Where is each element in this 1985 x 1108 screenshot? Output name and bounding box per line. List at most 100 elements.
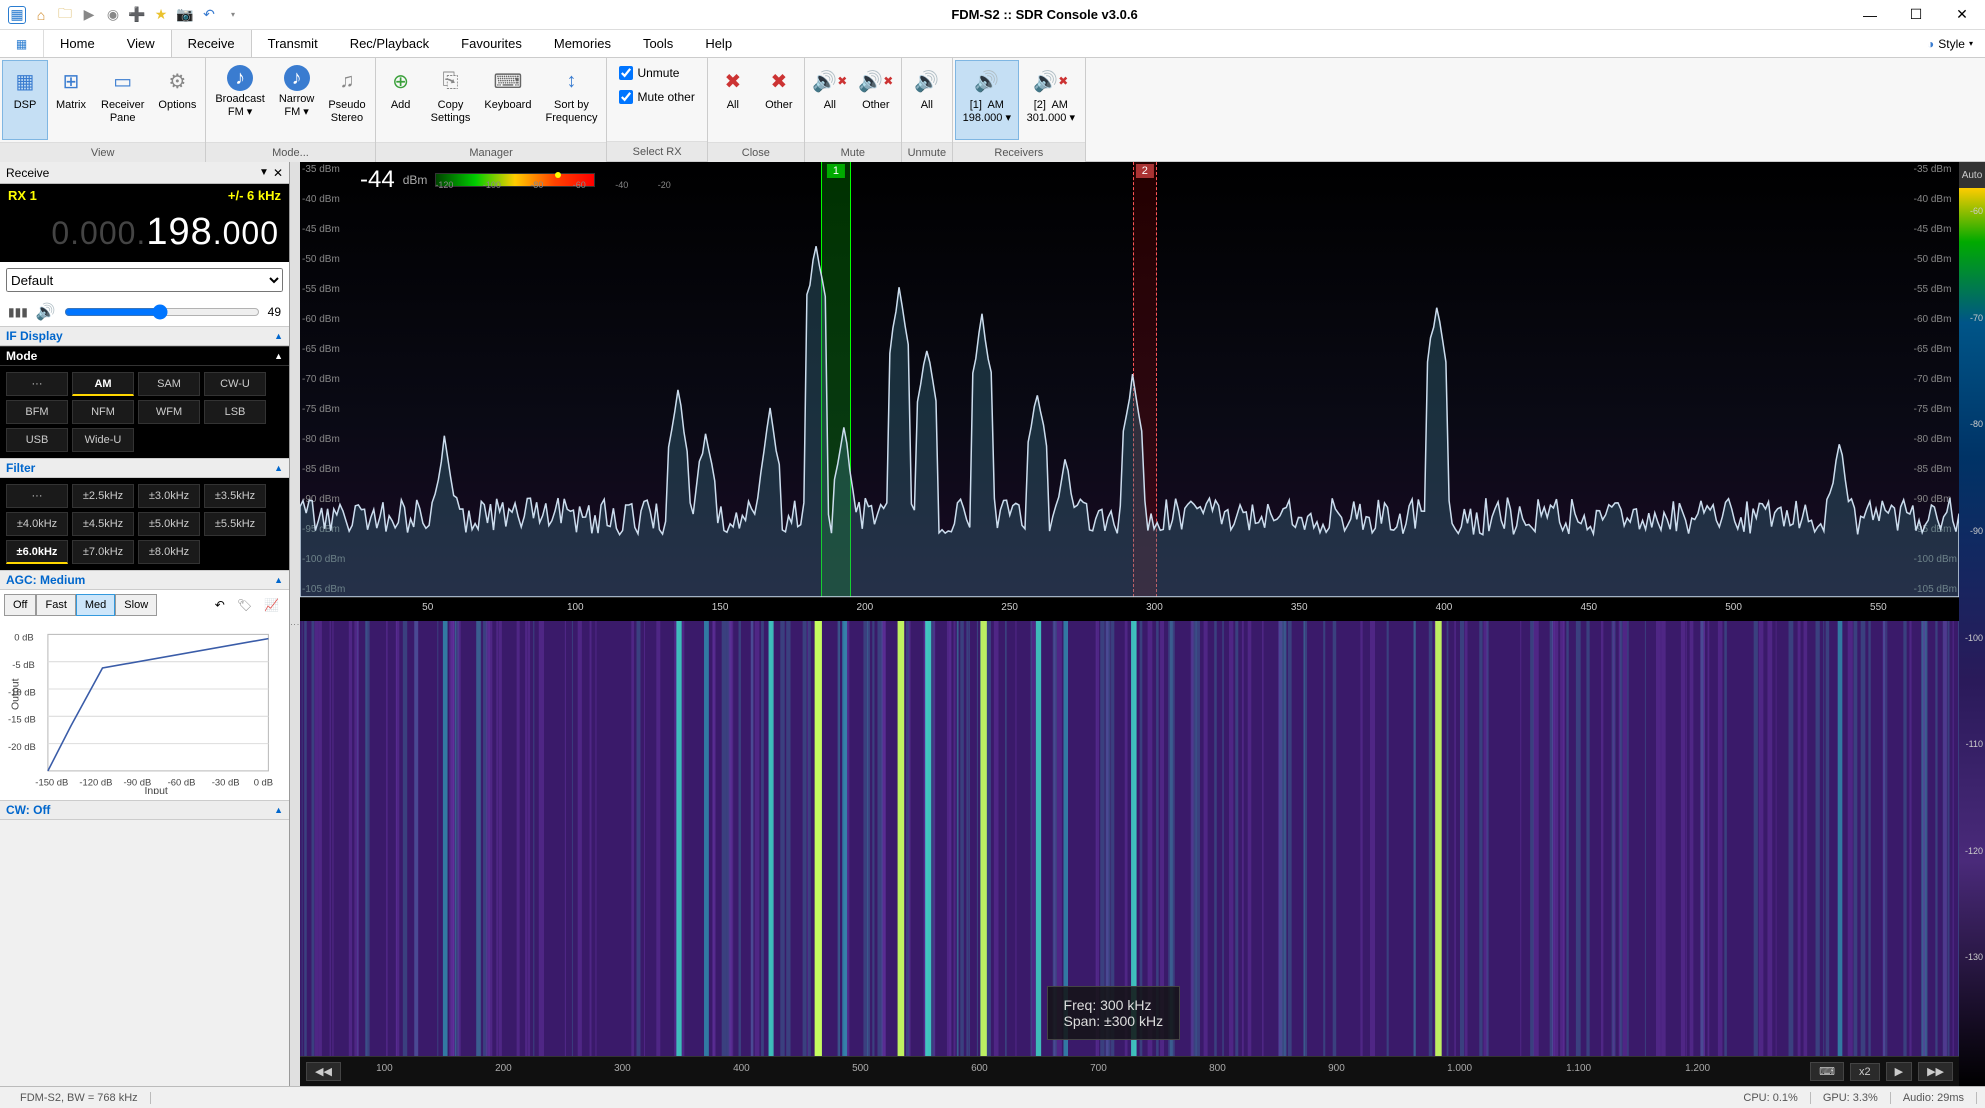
splitter-handle[interactable]: ⋮ bbox=[290, 162, 300, 1086]
chart-icon[interactable]: 📈 bbox=[258, 598, 285, 612]
mode-button-wide-u[interactable]: Wide-U bbox=[72, 428, 134, 452]
unmute-checkbox[interactable]: Unmute bbox=[617, 64, 681, 82]
close-all-button[interactable]: ✖All bbox=[710, 60, 756, 140]
home-icon[interactable]: ⌂ bbox=[32, 6, 50, 24]
add-button[interactable]: ⊕Add bbox=[378, 60, 424, 140]
agc-fast-button[interactable]: Fast bbox=[36, 594, 75, 616]
waterfall-display[interactable]: Freq: 300 kHz Span: ±300 kHz bbox=[300, 621, 1959, 1056]
receive-panel: Receive ▼ ✕ RX 1 +/- 6 kHz 0.000. 198 .0… bbox=[0, 162, 290, 1086]
tab-help[interactable]: Help bbox=[689, 30, 748, 57]
style-dropdown[interactable]: ◑ Style ▾ bbox=[1915, 30, 1985, 57]
mode-button-cw-u[interactable]: CW-U bbox=[204, 372, 266, 396]
undo-icon[interactable]: ↶ bbox=[200, 6, 218, 24]
filter-button[interactable]: ±4.0kHz bbox=[6, 512, 68, 536]
mode-button-bfm[interactable]: BFM bbox=[6, 400, 68, 424]
app-menu-icon[interactable]: ▦ bbox=[8, 6, 26, 24]
svg-text:-120 dB: -120 dB bbox=[79, 778, 112, 789]
agc-slow-button[interactable]: Slow bbox=[115, 594, 157, 616]
keyboard-nav-icon[interactable]: ⌨ bbox=[1810, 1062, 1844, 1081]
tab-home[interactable]: Home bbox=[44, 30, 111, 57]
filter-button[interactable]: ±4.5kHz bbox=[72, 512, 134, 536]
close-other-button[interactable]: ✖Other bbox=[756, 60, 802, 140]
equalizer-icon[interactable]: ▮▮▮ bbox=[8, 305, 28, 319]
filter-button[interactable]: ±6.0kHz bbox=[6, 540, 68, 564]
color-scale[interactable]: Auto -60-70-80-90-100-110-120-130 bbox=[1959, 162, 1985, 1086]
filter-button[interactable]: ±7.0kHz bbox=[72, 540, 134, 564]
copy-settings-button[interactable]: ⎘Copy Settings bbox=[424, 60, 478, 140]
agc-header[interactable]: AGC: Medium▲ bbox=[0, 570, 289, 590]
receiver-2-button[interactable]: 🔊✖[2] AM 301.000 ▾ bbox=[1019, 60, 1083, 140]
pane-close-icon[interactable]: ✕ bbox=[273, 166, 283, 180]
nav-freq-axis[interactable]: 1002003004005006007008009001.0001.1001.2… bbox=[347, 1057, 1804, 1086]
tag-icon[interactable]: 🏷 bbox=[231, 598, 258, 612]
tab-transmit[interactable]: Transmit bbox=[252, 30, 334, 57]
mode-button-wfm[interactable]: WFM bbox=[138, 400, 200, 424]
filter-button[interactable]: ±3.0kHz bbox=[138, 484, 200, 508]
camera-icon[interactable]: 📷 bbox=[176, 6, 194, 24]
mode-button-nfm[interactable]: NFM bbox=[72, 400, 134, 424]
tab-memories[interactable]: Memories bbox=[538, 30, 627, 57]
agc-off-button[interactable]: Off bbox=[4, 594, 36, 616]
mode-button-sam[interactable]: SAM bbox=[138, 372, 200, 396]
agc-med-button[interactable]: Med bbox=[76, 594, 115, 616]
chevron-down-icon[interactable]: ▼ bbox=[259, 167, 269, 178]
tab-view[interactable]: View bbox=[111, 30, 171, 57]
options-button[interactable]: ⚙Options bbox=[151, 60, 203, 140]
dropdown-icon[interactable]: ▾ bbox=[224, 6, 242, 24]
maximize-button[interactable]: ☐ bbox=[1893, 0, 1939, 30]
play-icon[interactable]: ▶ bbox=[80, 6, 98, 24]
file-menu-icon[interactable]: ▦ bbox=[0, 30, 44, 57]
if-display-header[interactable]: IF Display▲ bbox=[0, 326, 289, 346]
mode-header[interactable]: Mode▲ bbox=[0, 346, 289, 366]
receiver-1-button[interactable]: 🔊[1] AM 198.000 ▾ bbox=[955, 60, 1019, 140]
svg-text:-30 dB: -30 dB bbox=[212, 778, 240, 789]
star-icon[interactable]: ★ bbox=[152, 6, 170, 24]
mode-button-···[interactable]: ··· bbox=[6, 372, 68, 396]
tab-receive[interactable]: Receive bbox=[171, 30, 252, 57]
mute-all-button[interactable]: 🔊✖All bbox=[807, 60, 853, 140]
broadcast-fm-button[interactable]: ♪Broadcast FM ▾ bbox=[208, 60, 272, 140]
profile-select[interactable]: Default bbox=[6, 268, 283, 292]
spectrum-display[interactable]: -35 dBm-40 dBm-45 dBm-50 dBm-55 dBm-60 d… bbox=[300, 162, 1959, 597]
stop-icon[interactable]: ◉ bbox=[104, 6, 122, 24]
close-button[interactable]: ✕ bbox=[1939, 0, 1985, 30]
mute-other-button[interactable]: 🔊✖Other bbox=[853, 60, 899, 140]
dsp-button[interactable]: ▦DSP bbox=[2, 60, 48, 140]
unmute-all-button[interactable]: 🔊All bbox=[904, 60, 950, 140]
receiver-pane-button[interactable]: ▭Receiver Pane bbox=[94, 60, 151, 140]
tab-tools[interactable]: Tools bbox=[627, 30, 689, 57]
cw-header[interactable]: CW: Off▲ bbox=[0, 800, 289, 820]
zoom-level[interactable]: x2 bbox=[1850, 1063, 1880, 1081]
filter-header[interactable]: Filter▲ bbox=[0, 458, 289, 478]
pseudo-stereo-button[interactable]: ♫Pseudo Stereo bbox=[321, 60, 372, 140]
nav-right-button[interactable]: ▶ bbox=[1886, 1062, 1912, 1081]
speaker-icon[interactable]: 🔊 bbox=[36, 302, 56, 322]
mode-button-lsb[interactable]: LSB bbox=[204, 400, 266, 424]
filter-button[interactable]: ±3.5kHz bbox=[204, 484, 266, 508]
nav-end-button[interactable]: ▶▶ bbox=[1918, 1062, 1953, 1081]
filter-button[interactable]: ±8.0kHz bbox=[138, 540, 200, 564]
filter-button[interactable]: ±5.5kHz bbox=[204, 512, 266, 536]
filter-button[interactable]: ±5.0kHz bbox=[138, 512, 200, 536]
filter-button[interactable]: ±2.5kHz bbox=[72, 484, 134, 508]
frequency-display[interactable]: 0.000. 198 .000 bbox=[0, 207, 289, 262]
auto-scale-button[interactable]: Auto bbox=[1959, 162, 1985, 188]
audio-controls: ▮▮▮ 🔊 49 bbox=[0, 298, 289, 326]
narrow-fm-button[interactable]: ♪Narrow FM ▾ bbox=[272, 60, 321, 140]
mode-button-am[interactable]: AM bbox=[72, 372, 134, 396]
nav-left-button[interactable]: ◀◀ bbox=[306, 1062, 341, 1081]
tab-recplayback[interactable]: Rec/Playback bbox=[334, 30, 445, 57]
minimize-button[interactable]: — bbox=[1847, 0, 1893, 30]
add-icon[interactable]: ➕ bbox=[128, 6, 146, 24]
music-icon: ♪ bbox=[227, 65, 253, 91]
keyboard-button[interactable]: ⌨Keyboard bbox=[477, 60, 538, 140]
folder-icon[interactable]: 🗀 bbox=[56, 6, 74, 24]
matrix-button[interactable]: ⊞Matrix bbox=[48, 60, 94, 140]
undo-icon[interactable]: ↶ bbox=[209, 598, 231, 612]
mute-other-checkbox[interactable]: Mute other bbox=[617, 88, 696, 106]
volume-slider[interactable] bbox=[64, 304, 260, 320]
mode-button-usb[interactable]: USB bbox=[6, 428, 68, 452]
sort-freq-button[interactable]: ↕Sort by Frequency bbox=[538, 60, 604, 140]
filter-button[interactable]: ··· bbox=[6, 484, 68, 508]
tab-favourites[interactable]: Favourites bbox=[445, 30, 538, 57]
